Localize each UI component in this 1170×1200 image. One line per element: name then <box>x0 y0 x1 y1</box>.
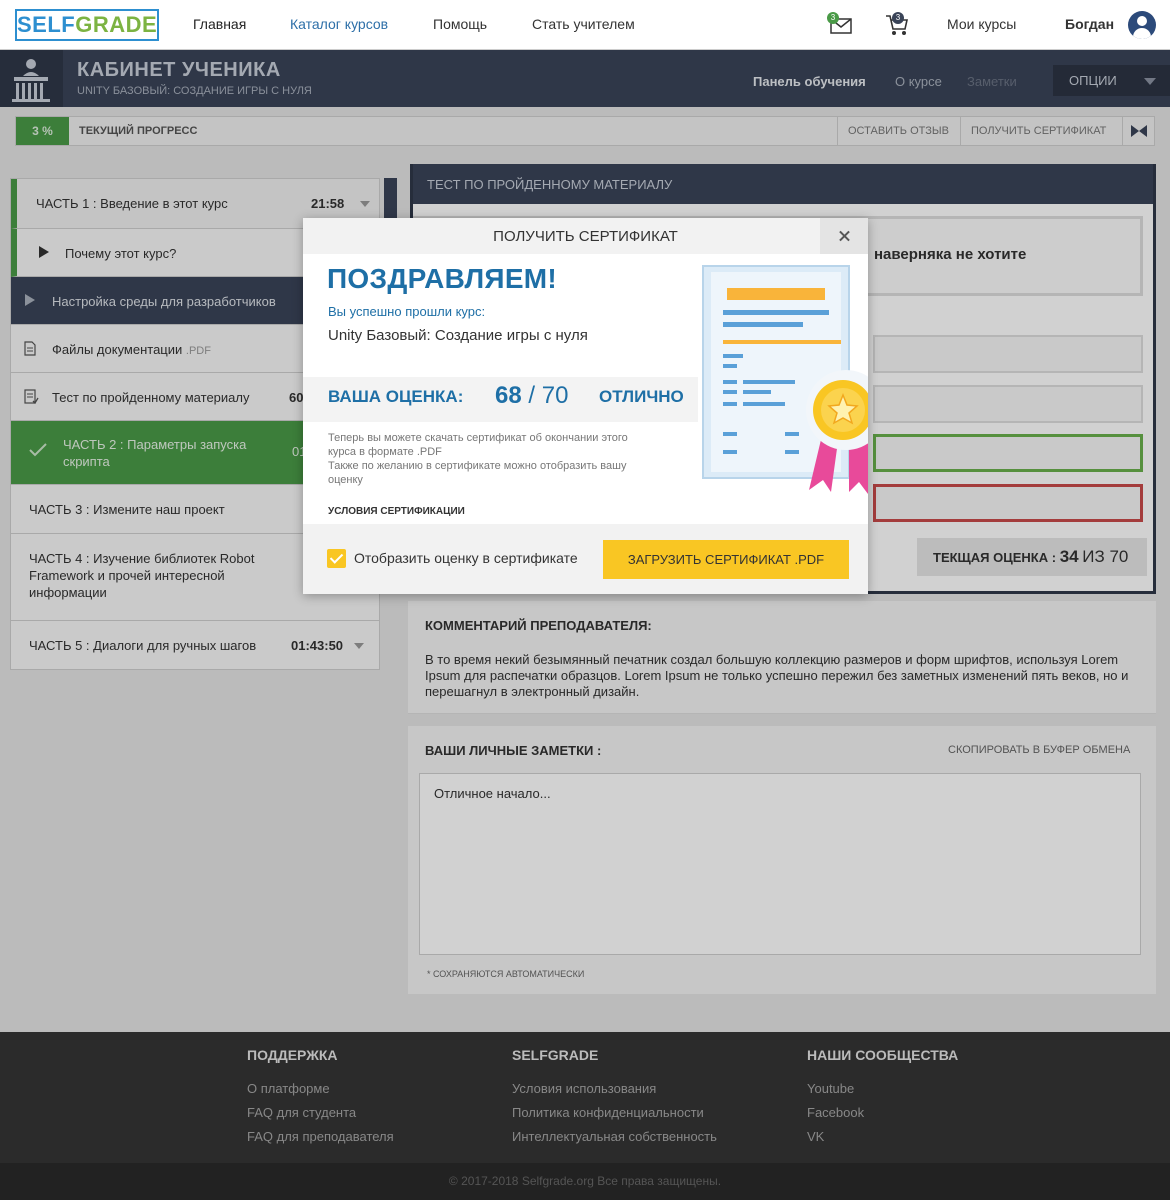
footer-selfgrade: SELFGRADE Условия использования Политика… <box>512 1047 717 1153</box>
footer-heading: НАШИ СООБЩЕСТВА <box>807 1047 959 1063</box>
footer-link[interactable]: VK <box>807 1129 958 1144</box>
footer-support: ПОДДЕРЖКА О платформе FAQ для студента F… <box>247 1047 394 1153</box>
selfgrade-logo[interactable]: SELFGRADE <box>15 9 159 41</box>
mail-icon[interactable]: 3 <box>827 12 854 37</box>
footer-link[interactable]: Условия использования <box>512 1081 717 1096</box>
user-icon[interactable] <box>1128 11 1156 39</box>
close-icon[interactable] <box>820 218 868 254</box>
cart-icon[interactable]: 3 <box>884 12 910 38</box>
cart-badge: 3 <box>892 12 904 24</box>
copyright: © 2017-2018 Selfgrade.org Все права защи… <box>0 1163 1170 1200</box>
mail-badge: 3 <box>827 12 839 24</box>
certificate-description: Теперь вы можете скачать сертификат об о… <box>328 431 628 487</box>
logo-grade: GRADE <box>75 12 158 37</box>
footer-link[interactable]: Facebook <box>807 1105 958 1120</box>
footer-heading: ПОДДЕРЖКА <box>247 1047 338 1063</box>
course-name: Unity Базовый: Создание игры с нуля <box>328 327 588 344</box>
logo-self: SELF <box>17 12 76 37</box>
certification-terms-link[interactable]: УСЛОВИЯ СЕРТИФИКАЦИИ <box>328 506 465 517</box>
show-grade-checkbox[interactable] <box>327 549 346 568</box>
footer-link[interactable]: Интеллектуальная собственность <box>512 1129 717 1144</box>
footer-heading: SELFGRADE <box>512 1047 599 1063</box>
footer-community: НАШИ СООБЩЕСТВА Youtube Facebook VK <box>807 1047 958 1153</box>
score-value: 68 / 70 <box>495 382 568 410</box>
modal-footer: Отобразить оценку в сертификате ЗАГРУЗИТ… <box>303 524 868 594</box>
top-navigation: SELFGRADE Главная Каталог курсов Помощь … <box>0 0 1170 50</box>
congrats-heading: ПОЗДРАВЛЯЕМ! <box>327 263 558 294</box>
footer-link[interactable]: Политика конфиденциальности <box>512 1105 717 1120</box>
footer-link[interactable]: FAQ для студента <box>247 1105 394 1120</box>
footer-link[interactable]: FAQ для преподавателя <box>247 1129 394 1144</box>
score-band: ВАША ОЦЕНКА: 68 / 70 ОТЛИЧНО <box>303 377 698 422</box>
nav-help[interactable]: Помощь <box>433 16 487 32</box>
certificate-icon <box>699 262 886 502</box>
footer-link[interactable]: О платформе <box>247 1081 394 1096</box>
score-label: ВАША ОЦЕНКА: <box>328 387 464 406</box>
description-line-1: Теперь вы можете скачать сертификат об о… <box>328 432 628 458</box>
nav-home[interactable]: Главная <box>193 16 246 32</box>
description-line-2: Также по желанию в сертификате можно ото… <box>328 460 627 486</box>
score-number: 68 <box>495 382 522 409</box>
score-max: 70 <box>541 382 569 409</box>
footer-link[interactable]: Youtube <box>807 1081 958 1096</box>
modal-title: ПОЛУЧИТЬ СЕРТИФИКАТ <box>303 218 868 254</box>
nav-my-courses[interactable]: Мои курсы <box>947 16 1016 32</box>
nav-catalog[interactable]: Каталог курсов <box>290 16 388 32</box>
nav-user-name[interactable]: Богдан <box>1065 16 1114 32</box>
score-separator: / <box>521 382 542 409</box>
certificate-modal: ПОЛУЧИТЬ СЕРТИФИКАТ ПОЗДРАВЛЯЕМ! Вы успе… <box>303 218 886 594</box>
show-grade-label[interactable]: Отобразить оценку в сертификате <box>354 550 578 566</box>
passed-text: Вы успешно прошли курс: <box>328 304 486 319</box>
grade-label: ОТЛИЧНО <box>599 387 684 406</box>
page-footer: ПОДДЕРЖКА О платформе FAQ для студента F… <box>0 1032 1170 1200</box>
download-certificate-button[interactable]: ЗАГРУЗИТЬ СЕРТИФИКАТ .PDF <box>603 540 849 579</box>
nav-become-teacher[interactable]: Стать учителем <box>532 16 635 32</box>
